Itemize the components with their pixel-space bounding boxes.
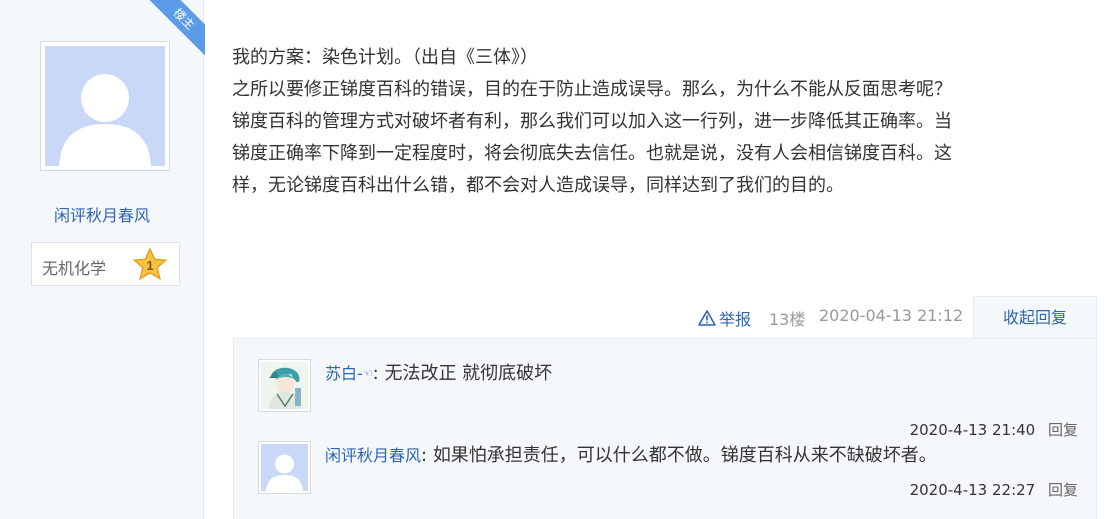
reply-separator: : [421, 445, 433, 466]
default-avatar-icon [45, 46, 165, 166]
reply-content: 闲评秋月春风: 如果怕承担责任，可以什么都不做。锑度百科从来不缺破坏者。 [325, 441, 937, 471]
warning-icon [698, 310, 716, 326]
hand-icon: ☜ [362, 367, 373, 380]
reply-content: 苏白-☜: 无法改正 就彻底破坏 [325, 359, 552, 389]
reply-footer: 2020-4-13 22:27 回复 [910, 479, 1078, 500]
level-label: 无机化学 [42, 259, 107, 278]
post-line: 之所以要修正锑度百科的错误，目的在于防止造成误导。那么，为什么不能从反面思考呢？ [232, 79, 952, 100]
author-avatar[interactable] [40, 41, 170, 171]
post-timestamp: 2020-04-13 21:12 [819, 306, 964, 325]
level-number: 1 [146, 258, 153, 273]
reply-text: 如果怕承担责任，可以什么都不做。锑度百科从来不缺破坏者。 [432, 445, 937, 466]
reply-username[interactable]: 苏白-☜ [325, 364, 373, 383]
reply-list: 苏白-☜: 无法改正 就彻底破坏 2020-4-13 21:40 回复 闲评秋月… [233, 338, 1097, 519]
post-line: 锑度正确率下降到一定程度时，将会彻底失去信任。也就是说，没有人会相信锑度百科。这 [232, 143, 952, 164]
reply-timestamp: 2020-4-13 21:40 [909, 421, 1036, 439]
post-meta-bar: 举报 13楼 2020-04-13 21:12 收起回复 [0, 296, 1108, 340]
thread-starter-badge: 楼主 [149, 0, 205, 56]
report-label: 举报 [719, 310, 752, 329]
floor-number: 13楼 [769, 310, 806, 329]
default-avatar-icon [261, 444, 308, 493]
post-line: 我的方案：染色计划。（出自《三体》） [232, 47, 538, 68]
report-button[interactable]: 举报 [698, 306, 751, 330]
collapse-replies-button[interactable]: 收起回复 [973, 296, 1097, 340]
reply-username[interactable]: 闲评秋月春风 [325, 446, 421, 465]
post-content: 我的方案：染色计划。（出自《三体》） 之所以要修正锑度百科的错误，目的在于防止造… [232, 42, 1082, 202]
post-line: 锑度百科的管理方式对破坏者有利，那么我们可以加入这一行列，进一步降低其正确率。当 [232, 111, 952, 132]
reply-button[interactable]: 回复 [1048, 481, 1078, 499]
level-star-icon: 1 [132, 247, 168, 281]
anime-avatar-icon [261, 362, 308, 409]
reply-separator: : [372, 363, 385, 384]
post-line: 样，无论锑度百科出什么错，都不会对人造成误导，同样达到了我们的目的。 [232, 175, 844, 196]
reply-avatar[interactable] [258, 441, 311, 494]
reply-button[interactable]: 回复 [1048, 421, 1078, 439]
author-name[interactable]: 闲评秋月春风 [0, 202, 204, 226]
reply-footer: 2020-4-13 21:40 回复 [910, 419, 1078, 440]
reply-text: 无法改正 就彻底破坏 [384, 363, 553, 384]
reply-avatar[interactable] [258, 359, 311, 412]
author-sidebar: 楼主 闲评秋月春风 无机化学 1 [0, 0, 205, 519]
reply-timestamp: 2020-4-13 22:27 [909, 481, 1036, 499]
level-badge[interactable]: 无机化学 1 [31, 242, 180, 286]
